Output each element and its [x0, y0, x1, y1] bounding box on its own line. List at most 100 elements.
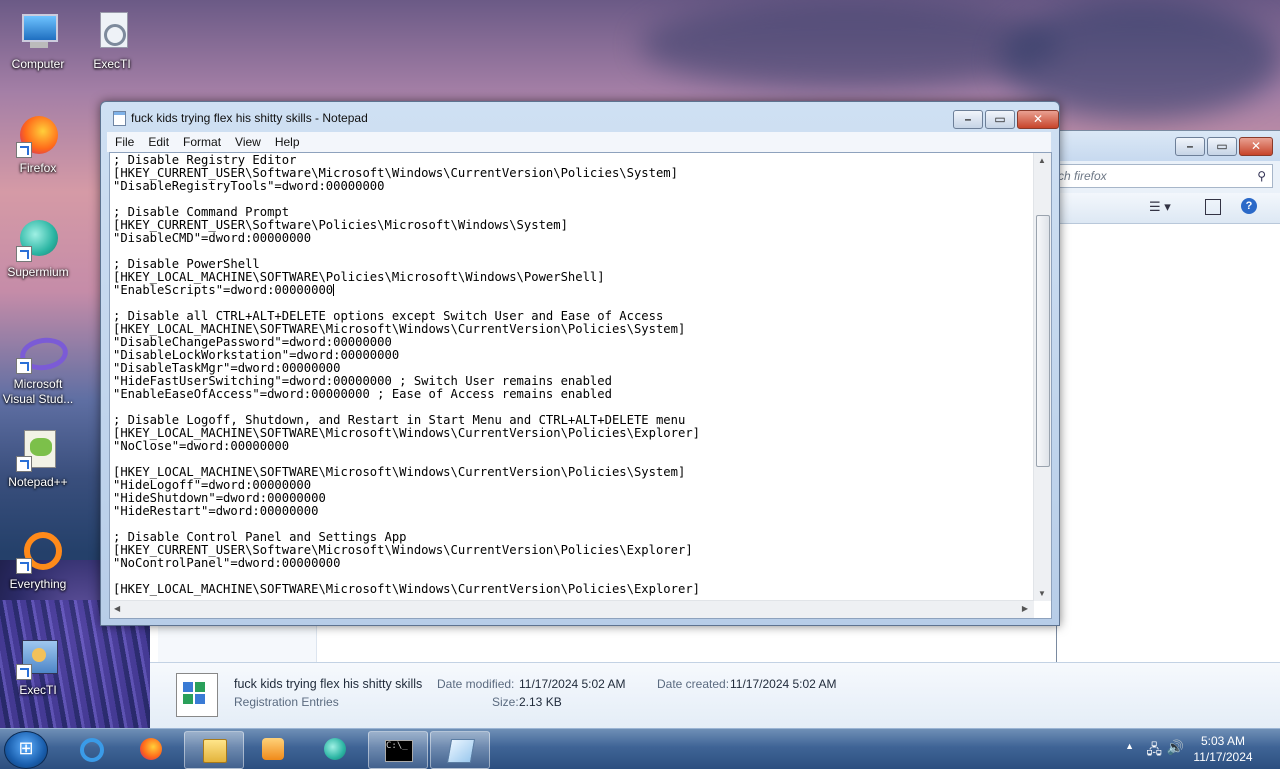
taskbar-item-file-explorer[interactable]: [184, 731, 244, 769]
desktop-icon-supermium[interactable]: Supermium: [0, 218, 76, 280]
editor-text[interactable]: ; Disable Registry Editor [HKEY_CURRENT_U…: [113, 154, 1033, 599]
scroll-right-icon[interactable]: ▶: [1022, 604, 1028, 613]
network-icon[interactable]: 🖧: [1146, 739, 1162, 763]
date-created-value: 11/17/2024 5:02 AM: [730, 677, 837, 691]
scroll-thumb[interactable]: [1036, 215, 1050, 467]
everything-icon: [16, 530, 62, 574]
taskbar-item-internet-explorer[interactable]: [62, 731, 120, 767]
shortcut-arrow-icon: [16, 358, 32, 374]
horizontal-scrollbar[interactable]: ◀ ▶: [110, 600, 1034, 618]
editor-line: "HideRestart"=dword:00000000: [113, 504, 319, 518]
explorer-title-bar: – ▭ ✕: [1057, 131, 1280, 161]
scroll-down-icon[interactable]: ▼: [1038, 589, 1046, 598]
firefox-icon: [16, 114, 60, 158]
desktop-icon-execti[interactable]: ExecTI: [74, 10, 150, 72]
preview-pane-icon[interactable]: [1205, 199, 1221, 215]
notepad-icon: [446, 739, 476, 763]
desktop-icon-label: Microsoft Visual Stud...: [2, 377, 74, 406]
execti-icon: [16, 636, 60, 680]
help-icon[interactable]: ?: [1241, 198, 1257, 214]
explorer-file-list[interactable]: [1057, 224, 1280, 729]
details-pane: fuck kids trying flex his shitty skills …: [150, 662, 1280, 729]
volume-icon[interactable]: 🔊: [1167, 739, 1184, 756]
shortcut-arrow-icon: [16, 456, 32, 472]
show-hidden-icons-icon[interactable]: ▲: [1125, 741, 1134, 751]
shortcut-arrow-icon: [16, 142, 32, 158]
editor-line: "EnableScripts"=dword:00000000: [113, 283, 335, 297]
date-modified-value: 11/17/2024 5:02 AM: [519, 677, 626, 691]
desktop-icon-label: Computer: [11, 57, 65, 71]
shortcut-arrow-icon: [16, 246, 32, 262]
desktop-icon-visual-studio[interactable]: Microsoft Visual Stud...: [0, 330, 76, 407]
clock[interactable]: 5:03 AM 11/17/2024: [1188, 733, 1258, 765]
wallpaper-cloud: [640, 0, 1060, 90]
computer-icon: [16, 10, 60, 54]
taskbar-item-command-prompt[interactable]: C:\_: [368, 731, 428, 769]
desktop-icon-everything[interactable]: Everything: [0, 530, 76, 592]
taskbar-item-notepad[interactable]: [430, 731, 490, 769]
menu-format[interactable]: Format: [175, 132, 227, 150]
size-value: 2.13 KB: [519, 695, 562, 709]
clock-date: 11/17/2024: [1193, 750, 1253, 764]
desktop-icon-computer[interactable]: Computer: [0, 10, 76, 72]
supermium-icon: [324, 738, 346, 760]
window-title: fuck kids trying flex his shitty skills …: [131, 111, 368, 125]
maximize-button[interactable]: ▭: [1207, 137, 1237, 156]
editor-line: "NoControlPanel"=dword:00000000: [113, 556, 341, 570]
desktop-icon-label: Notepad++: [8, 475, 68, 489]
start-button[interactable]: [4, 731, 48, 769]
taskbar: C:\_ ▲ 🖧 🔊 5:03 AM 11/17/2024: [0, 728, 1280, 769]
shortcut-arrow-icon: [16, 664, 32, 680]
search-input[interactable]: ch firefox ⚲: [1057, 164, 1273, 188]
supermium-icon: [16, 218, 60, 262]
search-icon: ⚲: [1257, 169, 1266, 183]
taskbar-item-firefox[interactable]: [122, 731, 180, 767]
menu-view[interactable]: View: [227, 132, 267, 150]
reg-file-icon: [176, 673, 218, 717]
media-player-icon: [262, 738, 284, 760]
file-type: Registration Entries: [234, 695, 339, 709]
execti-icon: [90, 10, 134, 54]
desktop-icon-execti-2[interactable]: ExecTI: [0, 636, 76, 698]
desktop-icon-label: Supermium: [7, 265, 69, 279]
taskbar-item-supermium[interactable]: [306, 731, 364, 767]
desktop-icon-notepadpp[interactable]: Notepad++: [0, 428, 76, 490]
clock-time: 5:03 AM: [1200, 734, 1246, 748]
explorer-window: – ▭ ✕ ch firefox ⚲ ☰ ▾ ?: [1056, 130, 1280, 730]
vertical-scrollbar[interactable]: ▲ ▼: [1033, 153, 1051, 601]
desktop-icon-label: ExecTI: [93, 57, 131, 71]
desktop-icon-label: Everything: [9, 577, 67, 591]
cmd-icon: C:\_: [385, 740, 413, 762]
close-button[interactable]: ✕: [1239, 137, 1273, 156]
size-label: Size:: [492, 695, 519, 709]
desktop-icon-label: Firefox: [19, 161, 57, 175]
editor-line: "EnableEaseOfAccess"=dword:00000000 ; Ea…: [113, 387, 612, 401]
notepad-window: fuck kids trying flex his shitty skills …: [100, 101, 1060, 626]
scroll-up-icon[interactable]: ▲: [1038, 156, 1046, 165]
close-button[interactable]: ✕: [1017, 110, 1059, 129]
menu-file[interactable]: File: [107, 132, 140, 150]
view-options-icon[interactable]: ☰ ▾: [1149, 199, 1171, 215]
notepadpp-icon: [16, 428, 60, 472]
search-placeholder: ch firefox: [1058, 169, 1107, 183]
desktop-icon-firefox[interactable]: Firefox: [0, 114, 76, 176]
file-name: fuck kids trying flex his shitty skills: [234, 677, 423, 691]
menu-edit[interactable]: Edit: [140, 132, 175, 150]
text-editor[interactable]: ; Disable Registry Editor [HKEY_CURRENT_U…: [109, 152, 1052, 619]
editor-line: [HKEY_LOCAL_MACHINE\SOFTWARE\Microsoft\W…: [113, 582, 700, 596]
notepad-icon: [113, 111, 126, 126]
notepad-title-bar[interactable]: fuck kids trying flex his shitty skills …: [101, 102, 1059, 132]
explorer-toolbar: ☰ ▾ ?: [1057, 193, 1280, 224]
menu-help[interactable]: Help: [267, 132, 306, 150]
minimize-button[interactable]: –: [953, 110, 983, 129]
maximize-button[interactable]: ▭: [985, 110, 1015, 129]
desktop-icon-label: ExecTI: [19, 683, 57, 697]
ie-icon: [80, 738, 104, 762]
scroll-left-icon[interactable]: ◀: [114, 604, 120, 613]
minimize-button[interactable]: –: [1175, 137, 1205, 156]
editor-line: "DisableCMD"=dword:00000000: [113, 231, 312, 245]
taskbar-item-media-player[interactable]: [244, 731, 302, 767]
date-modified-label: Date modified:: [437, 677, 515, 691]
date-created-label: Date created:: [657, 677, 730, 691]
menu-bar: File Edit Format View Help: [107, 132, 1051, 152]
